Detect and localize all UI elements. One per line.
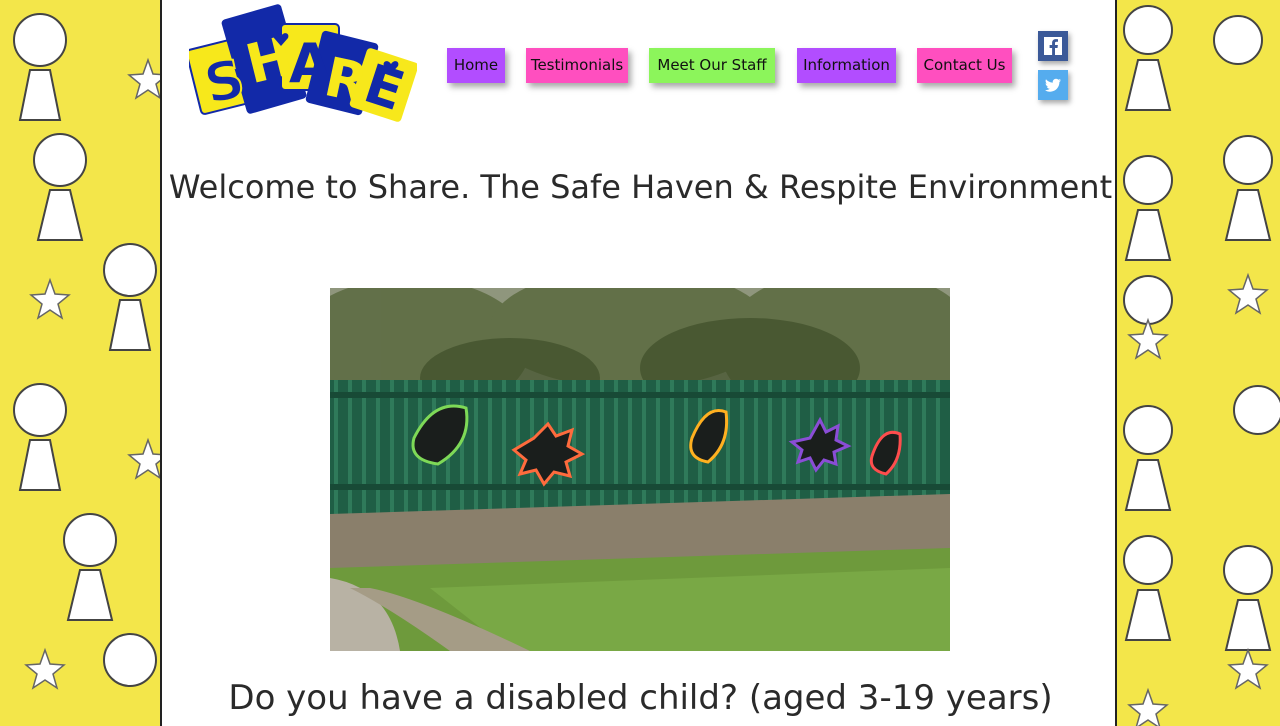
- section-heading: Do you have a disabled child? (aged 3-19…: [228, 678, 1053, 718]
- decorative-background-left: [0, 0, 160, 726]
- page-content: S H A R E Home Testimonials Meet Our Sta…: [160, 0, 1117, 726]
- nav-testimonials[interactable]: Testimonials: [526, 48, 628, 83]
- nav-contact-us[interactable]: Contact Us: [917, 48, 1012, 83]
- page-title: Welcome to Share. The Safe Haven & Respi…: [168, 168, 1113, 206]
- facebook-icon[interactable]: [1038, 31, 1068, 61]
- share-logo[interactable]: S H A R E: [185, 2, 419, 126]
- nav-home[interactable]: Home: [447, 48, 505, 83]
- nav-meet-our-staff[interactable]: Meet Our Staff: [649, 48, 775, 83]
- nav-information[interactable]: Information: [797, 48, 896, 83]
- hero-photo-fence-leaves: [330, 288, 950, 651]
- decorative-background-right: [1118, 0, 1280, 726]
- twitter-icon[interactable]: [1038, 70, 1068, 100]
